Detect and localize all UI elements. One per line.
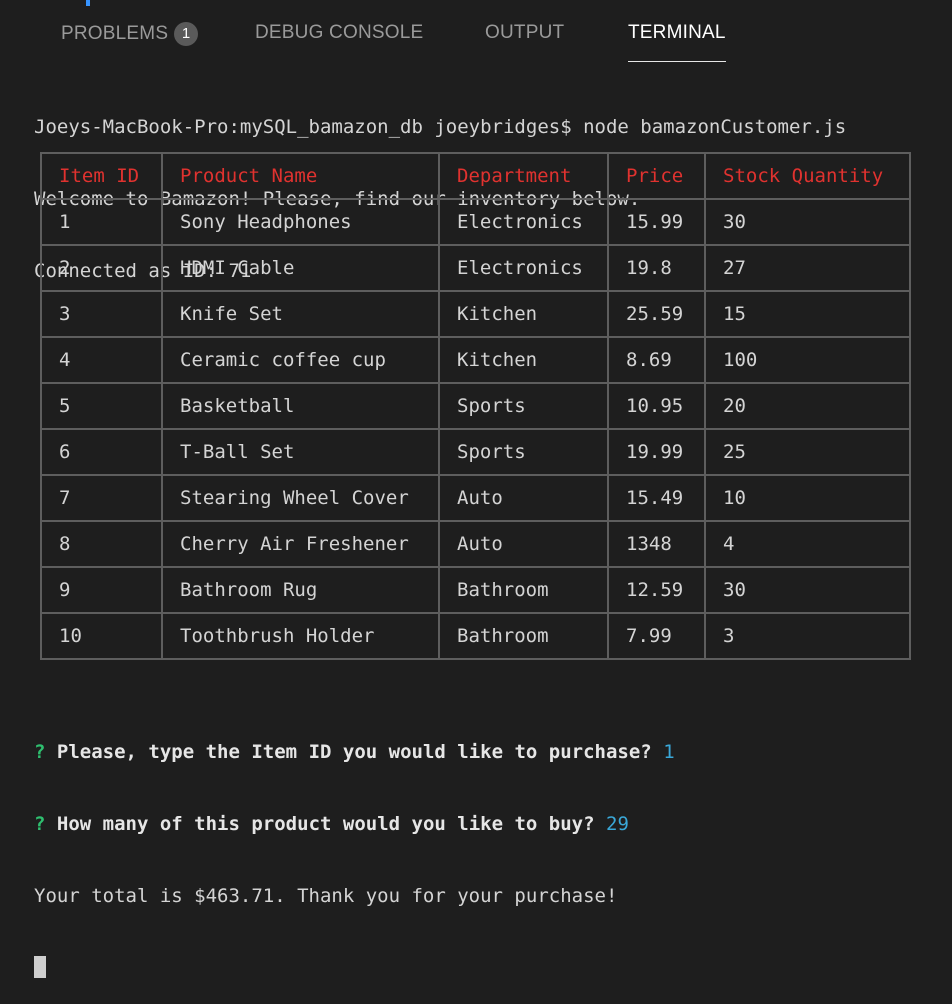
header-product-name: Product Name	[161, 152, 440, 200]
cell-stock-quantity: 25	[704, 428, 911, 476]
header-stock-quantity: Stock Quantity	[704, 152, 911, 200]
cell-stock-quantity: 100	[704, 336, 911, 384]
tab-debug-console[interactable]: DEBUG CONSOLE	[255, 22, 423, 50]
cell-price: 1348	[607, 520, 706, 568]
cell-item-id: 2	[40, 244, 163, 292]
cell-department: Kitchen	[438, 336, 609, 384]
cell-product-name: Cherry Air Freshener	[161, 520, 440, 568]
cell-product-name: Ceramic coffee cup	[161, 336, 440, 384]
prompt-question: How many of this product would you like …	[56, 813, 595, 835]
prompt-item-id: ? Please, type the Item ID you would lik…	[34, 740, 944, 764]
cell-department: Electronics	[438, 198, 609, 246]
cell-price: 15.99	[607, 198, 706, 246]
table-row: 6 T-Ball Set Sports 19.99 25	[40, 428, 911, 476]
tab-terminal-label: TERMINAL	[628, 22, 726, 43]
table-row: 1 Sony Headphones Electronics 15.99 30	[40, 198, 911, 246]
tab-debug-console-label: DEBUG CONSOLE	[255, 22, 424, 43]
cell-item-id: 3	[40, 290, 163, 338]
cell-item-id: 6	[40, 428, 163, 476]
cell-product-name: T-Ball Set	[161, 428, 440, 476]
tab-terminal[interactable]: TERMINAL	[628, 22, 726, 62]
cell-product-name: HDMI Cable	[161, 244, 440, 292]
cell-department: Bathroom	[438, 612, 609, 660]
cell-product-name: Bathroom Rug	[161, 566, 440, 614]
input-line[interactable]	[34, 956, 944, 980]
table-row: 5 Basketball Sports 10.95 20	[40, 382, 911, 430]
tab-problems-label: PROBLEMS	[61, 23, 169, 44]
cell-item-id: 5	[40, 382, 163, 430]
cell-price: 15.49	[607, 474, 706, 522]
table-row: 9 Bathroom Rug Bathroom 12.59 30	[40, 566, 911, 614]
accent-mark	[86, 0, 90, 6]
cell-product-name: Sony Headphones	[161, 198, 440, 246]
table-row: 4 Ceramic coffee cup Kitchen 8.69 100	[40, 336, 911, 384]
cell-department: Auto	[438, 520, 609, 568]
prompt-mark: ?	[34, 813, 46, 835]
table-row: 8 Cherry Air Freshener Auto 1348 4	[40, 520, 911, 568]
cell-product-name: Stearing Wheel Cover	[161, 474, 440, 522]
table-row: 7 Stearing Wheel Cover Auto 15.49 10	[40, 474, 911, 522]
cell-item-id: 10	[40, 612, 163, 660]
cell-item-id: 8	[40, 520, 163, 568]
cell-department: Bathroom	[438, 566, 609, 614]
command-line: Joeys-MacBook-Pro:mySQL_bamazon_db joeyb…	[34, 116, 847, 138]
cell-price: 25.59	[607, 290, 706, 338]
cell-price: 19.8	[607, 244, 706, 292]
cell-item-id: 1	[40, 198, 163, 246]
total-line: Your total is $463.71. Thank you for you…	[34, 885, 618, 907]
cell-item-id: 9	[40, 566, 163, 614]
cell-price: 8.69	[607, 336, 706, 384]
tab-output[interactable]: OUTPUT	[485, 22, 564, 50]
terminal-cursor	[34, 956, 46, 978]
cell-stock-quantity: 20	[704, 382, 911, 430]
prompt-answer: 1	[663, 741, 675, 763]
cell-stock-quantity: 15	[704, 290, 911, 338]
cell-price: 10.95	[607, 382, 706, 430]
table-row: 3 Knife Set Kitchen 25.59 15	[40, 290, 911, 338]
header-item-id: Item ID	[40, 152, 163, 200]
prompt-quantity: ? How many of this product would you lik…	[34, 812, 944, 836]
cell-price: 7.99	[607, 612, 706, 660]
cell-department: Kitchen	[438, 290, 609, 338]
cell-item-id: 4	[40, 336, 163, 384]
table-body: 1 Sony Headphones Electronics 15.99 30 2 HDMI …	[40, 198, 911, 660]
cell-stock-quantity: 4	[704, 520, 911, 568]
table-header-row: Item ID Product Name Department Price St…	[40, 152, 911, 200]
cell-product-name: Toothbrush Holder	[161, 612, 440, 660]
tab-problems[interactable]: PROBLEMS 1	[61, 22, 199, 50]
cell-product-name: Knife Set	[161, 290, 440, 338]
cell-item-id: 7	[40, 474, 163, 522]
tab-output-label: OUTPUT	[485, 22, 565, 43]
prompt-mark: ?	[34, 741, 46, 763]
cell-stock-quantity: 3	[704, 612, 911, 660]
table-row: 10 Toothbrush Holder Bathroom 7.99 3	[40, 612, 911, 660]
prompt-area[interactable]: ? Please, type the Item ID you would lik…	[34, 692, 944, 1004]
prompt-question: Please, type the Item ID you would like …	[56, 741, 652, 763]
problems-count-badge: 1	[174, 22, 199, 46]
cell-department: Auto	[438, 474, 609, 522]
active-tab-indicator	[628, 61, 726, 62]
cell-department: Sports	[438, 382, 609, 430]
cell-price: 12.59	[607, 566, 706, 614]
panel-tab-bar: PROBLEMS 1 DEBUG CONSOLE OUTPUT TERMINAL	[0, 0, 952, 62]
cell-department: Electronics	[438, 244, 609, 292]
cell-stock-quantity: 30	[704, 198, 911, 246]
header-department: Department	[438, 152, 609, 200]
table-row: 2 HDMI Cable Electronics 19.8 27	[40, 244, 911, 292]
cell-stock-quantity: 27	[704, 244, 911, 292]
inventory-table: Item ID Product Name Department Price St…	[40, 152, 911, 660]
cell-price: 19.99	[607, 428, 706, 476]
cell-product-name: Basketball	[161, 382, 440, 430]
cell-department: Sports	[438, 428, 609, 476]
cell-stock-quantity: 30	[704, 566, 911, 614]
cell-stock-quantity: 10	[704, 474, 911, 522]
prompt-answer: 29	[606, 813, 629, 835]
header-price: Price	[607, 152, 706, 200]
